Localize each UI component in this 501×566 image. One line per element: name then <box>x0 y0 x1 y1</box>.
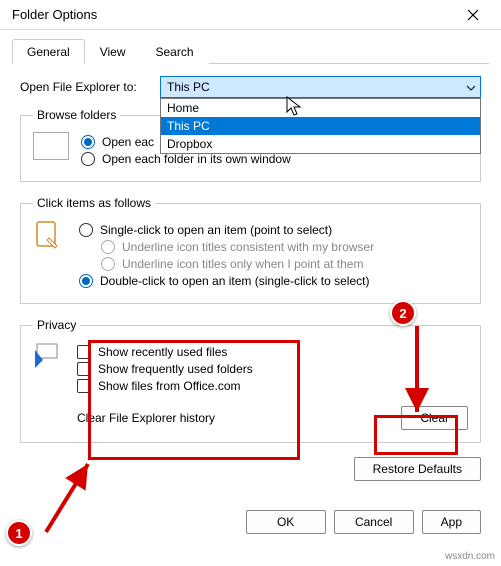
open-explorer-dropdown: Home This PC Dropbox <box>160 98 481 154</box>
radio-dot-icon <box>81 135 95 149</box>
open-explorer-combo-wrap: This PC Home This PC Dropbox <box>160 76 481 98</box>
radio-dot-icon <box>79 274 93 288</box>
checkbox-icon <box>77 362 91 376</box>
radio-dot-icon <box>101 240 115 254</box>
ok-button[interactable]: OK <box>246 510 326 534</box>
open-explorer-row: Open File Explorer to: This PC Home This… <box>20 76 481 98</box>
close-icon <box>467 9 479 21</box>
dropdown-option-dropbox[interactable]: Dropbox <box>161 135 480 153</box>
check-recent-files[interactable]: Show recently used files <box>77 345 468 359</box>
check-recent-files-label: Show recently used files <box>98 345 227 359</box>
folder-icon <box>33 132 69 160</box>
open-explorer-label: Open File Explorer to: <box>20 80 160 94</box>
clear-history-label: Clear File Explorer history <box>77 411 215 425</box>
clear-button[interactable]: Clear <box>401 406 468 430</box>
radio-single-click[interactable]: Single-click to open an item (point to s… <box>79 223 468 237</box>
window-title: Folder Options <box>12 7 97 22</box>
chevron-down-icon <box>466 80 476 94</box>
radio-underline-browser-label: Underline icon titles consistent with my… <box>122 240 374 254</box>
titlebar: Folder Options <box>0 0 501 30</box>
check-office-files[interactable]: Show files from Office.com <box>77 379 468 393</box>
privacy-group: Privacy Show recently used files Show fr… <box>20 318 481 443</box>
radio-dot-icon <box>81 152 95 166</box>
radio-same-window-label: Open eac <box>102 135 154 149</box>
check-frequent-folders-label: Show frequently used folders <box>98 362 253 376</box>
radio-dot-icon <box>79 223 93 237</box>
radio-double-click[interactable]: Double-click to open an item (single-cli… <box>79 274 468 288</box>
radio-own-window-label: Open each folder in its own window <box>102 152 291 166</box>
privacy-icon <box>33 342 65 370</box>
click-items-group: Click items as follows Single-click to o… <box>20 196 481 304</box>
open-explorer-combo[interactable]: This PC <box>160 76 481 98</box>
radio-own-window[interactable]: Open each folder in its own window <box>81 152 468 166</box>
browse-folders-legend: Browse folders <box>33 108 120 122</box>
watermark: wsxdn.com <box>445 551 495 562</box>
radio-single-click-label: Single-click to open an item (point to s… <box>100 223 332 237</box>
close-button[interactable] <box>453 1 493 29</box>
tab-view[interactable]: View <box>85 39 141 64</box>
click-items-legend: Click items as follows <box>33 196 155 210</box>
tab-strip: General View Search <box>12 38 489 64</box>
radio-dot-icon <box>101 257 115 271</box>
check-frequent-folders[interactable]: Show frequently used folders <box>77 362 468 376</box>
restore-defaults-button[interactable]: Restore Defaults <box>354 457 481 481</box>
dialog-button-row: OK Cancel App <box>0 500 501 544</box>
file-click-icon <box>33 220 65 256</box>
radio-double-click-label: Double-click to open an item (single-cli… <box>100 274 369 288</box>
combo-selected-text: This PC <box>167 80 210 94</box>
apply-button[interactable]: App <box>422 510 481 534</box>
clear-history-row: Clear File Explorer history Clear <box>33 406 468 430</box>
annotation-marker-2: 2 <box>390 300 416 326</box>
radio-underline-browser: Underline icon titles consistent with my… <box>101 240 468 254</box>
dropdown-option-home[interactable]: Home <box>161 99 480 117</box>
dropdown-option-thispc[interactable]: This PC <box>161 117 480 135</box>
tab-search[interactable]: Search <box>141 39 209 64</box>
annotation-marker-1: 1 <box>6 520 32 546</box>
tab-general[interactable]: General <box>12 39 85 64</box>
checkbox-icon <box>77 345 91 359</box>
radio-underline-point: Underline icon titles only when I point … <box>101 257 468 271</box>
tab-content: Open File Explorer to: This PC Home This… <box>0 64 501 481</box>
checkbox-icon <box>77 379 91 393</box>
privacy-legend: Privacy <box>33 318 80 332</box>
radio-underline-point-label: Underline icon titles only when I point … <box>122 257 363 271</box>
cancel-button[interactable]: Cancel <box>334 510 414 534</box>
check-office-files-label: Show files from Office.com <box>98 379 241 393</box>
